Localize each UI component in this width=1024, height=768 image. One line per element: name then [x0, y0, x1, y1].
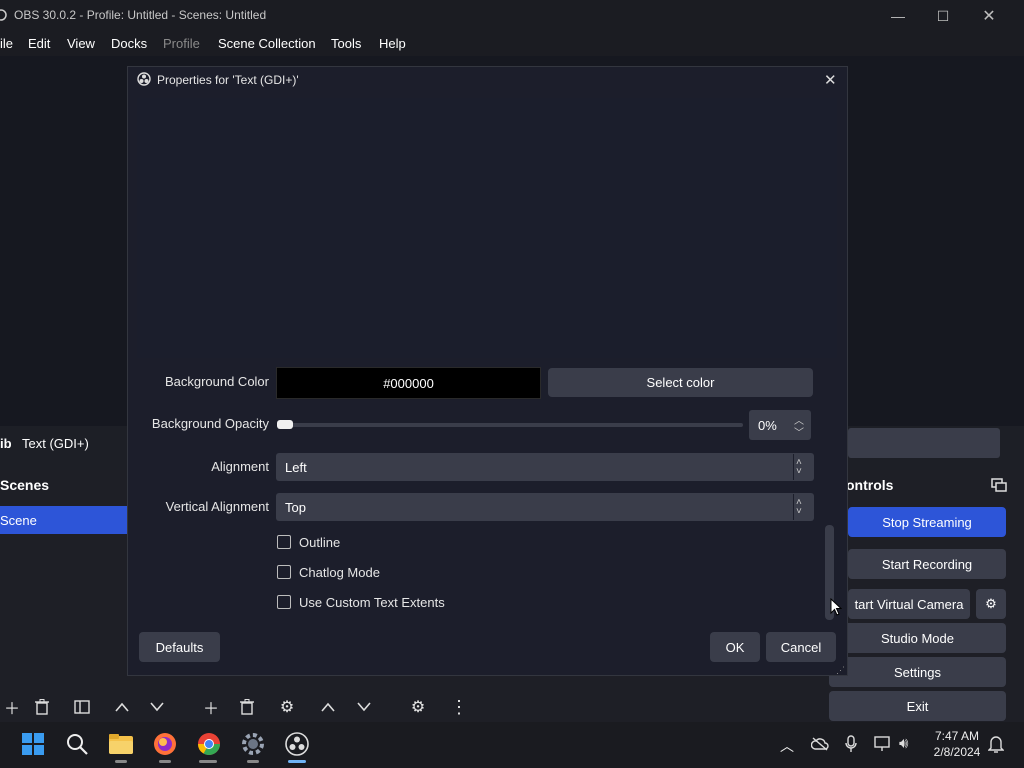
background-opacity-label: Background Opacity [151, 416, 269, 431]
dialog-title: Properties for 'Text (GDI+)' [157, 73, 299, 87]
settings-gear-icon[interactable] [239, 730, 267, 758]
background-opacity-slider[interactable] [277, 423, 743, 427]
alignment-value: Left [285, 459, 307, 475]
source-name: Text (GDI+) [22, 436, 89, 451]
gear-icon: ⚙ [985, 596, 997, 611]
firefox-icon[interactable] [151, 730, 179, 758]
obs-logo-icon [0, 8, 12, 25]
stop-streaming-button[interactable]: Stop Streaming [848, 507, 1006, 537]
add-scene-icon[interactable]: ＋ [0, 696, 24, 718]
maximize-button[interactable]: ☐ [920, 0, 966, 32]
ok-button[interactable]: OK [710, 632, 760, 662]
running-indicator [199, 760, 217, 763]
menu-file[interactable]: ile [0, 36, 13, 51]
move-scene-up-icon[interactable] [110, 696, 134, 718]
volume-icon[interactable]: 🔊︎ [899, 735, 908, 752]
settings-button[interactable]: Settings [829, 657, 1006, 687]
add-source-icon[interactable]: ＋ [199, 696, 223, 718]
menu-scene-collection[interactable]: Scene Collection [218, 36, 316, 51]
menu-bar [0, 32, 1024, 56]
exit-button[interactable]: Exit [829, 691, 1006, 721]
chrome-icon[interactable] [195, 730, 223, 758]
menu-view[interactable]: View [67, 36, 95, 51]
background-color-label: Background Color [164, 374, 269, 389]
start-recording-button[interactable]: Start Recording [848, 549, 1006, 579]
network-icon[interactable] [874, 736, 892, 755]
scene-list-item[interactable]: Scene [0, 506, 128, 534]
remove-scene-icon[interactable] [30, 696, 54, 718]
move-source-down-icon[interactable] [352, 696, 376, 718]
select-divider [793, 454, 794, 480]
cancel-button[interactable]: Cancel [766, 632, 836, 662]
controls-dock-title: ontrols [846, 477, 894, 493]
resize-grip-icon[interactable]: ⋰ [836, 665, 845, 676]
more-options-icon[interactable]: ⋮ [447, 696, 471, 718]
menu-edit[interactable]: Edit [28, 36, 50, 51]
running-indicator [115, 760, 127, 763]
running-indicator [247, 760, 259, 763]
remove-source-icon[interactable] [235, 696, 259, 718]
close-window-button[interactable]: ✕ [966, 0, 1012, 32]
file-explorer-icon[interactable] [107, 730, 135, 758]
vertical-alignment-value: Top [285, 499, 306, 515]
updown-arrow-icon: ˄ ˅ [796, 497, 802, 517]
source-properties-icon[interactable]: ⚙ [275, 696, 299, 718]
window-title: OBS 30.0.2 - Profile: Untitled - Scenes:… [14, 8, 267, 22]
spin-down-icon[interactable]: ﹀ [794, 424, 804, 439]
active-indicator [288, 760, 306, 763]
move-source-up-icon[interactable] [316, 696, 340, 718]
opacity-value: 0% [758, 417, 777, 433]
obs-logo-icon [137, 72, 151, 89]
background-color-swatch: #000000 [276, 367, 541, 399]
obs-taskbar-icon[interactable] [283, 730, 311, 758]
audio-mixer-settings-icon[interactable]: ⚙ [406, 696, 430, 718]
updown-arrow-icon: ˄ ˅ [796, 457, 802, 477]
move-scene-down-icon[interactable] [145, 696, 169, 718]
alignment-select[interactable]: Left ˄ ˅ [276, 453, 814, 481]
chatlog-mode-label: Chatlog Mode [299, 565, 380, 580]
studio-mode-button[interactable]: Studio Mode [829, 623, 1006, 653]
menu-tools[interactable]: Tools [331, 36, 361, 51]
minimize-button[interactable]: — [875, 0, 921, 32]
select-divider [793, 494, 794, 520]
virtual-camera-settings-button[interactable]: ⚙ [976, 589, 1006, 619]
outline-checkbox[interactable] [277, 535, 291, 549]
onedrive-icon[interactable] [810, 737, 829, 754]
source-type-label: ib [0, 436, 12, 451]
select-color-button[interactable]: Select color [548, 368, 813, 397]
search-icon[interactable] [63, 730, 91, 758]
dialog-close-button[interactable]: ✕ [824, 71, 837, 89]
windows-start-icon[interactable] [19, 730, 47, 758]
outline-label: Outline [299, 535, 341, 550]
scenes-dock-title: Scenes [0, 477, 50, 493]
virtual-camera-button[interactable]: tart Virtual Camera [848, 589, 970, 619]
dialog-preview [137, 98, 837, 358]
chatlog-mode-checkbox[interactable] [277, 565, 291, 579]
running-indicator [159, 760, 171, 763]
menu-help[interactable]: Help [379, 36, 406, 51]
source-toolbar: ib Text (GDI+) [0, 430, 130, 458]
source-toolbar-field[interactable] [848, 428, 1000, 458]
slider-handle[interactable] [277, 420, 293, 429]
alignment-label: Alignment [211, 459, 269, 474]
custom-text-extents-checkbox[interactable] [277, 595, 291, 609]
notifications-bell-icon[interactable] [987, 735, 1005, 756]
clock-time[interactable]: 7:47 AM [932, 729, 982, 743]
defaults-button[interactable]: Defaults [139, 632, 220, 662]
scene-filters-icon[interactable] [70, 696, 94, 718]
custom-text-extents-label: Use Custom Text Extents [299, 595, 445, 610]
background-opacity-spinbox[interactable]: 0% ︿ ﹀ [749, 410, 811, 440]
vertical-alignment-select[interactable]: Top ˄ ˅ [276, 493, 814, 521]
microphone-icon[interactable] [845, 735, 857, 756]
clock-date[interactable]: 2/8/2024 [928, 745, 986, 759]
scene-item-label: Scene [0, 513, 37, 528]
show-hidden-icons-icon[interactable]: ︿ [780, 736, 794, 756]
menu-profile[interactable]: Profile [163, 36, 200, 51]
undock-icon[interactable] [991, 478, 1007, 495]
menu-docks[interactable]: Docks [111, 36, 147, 51]
vertical-alignment-label: Vertical Alignment [165, 499, 269, 514]
mouse-cursor-icon [830, 597, 843, 619]
